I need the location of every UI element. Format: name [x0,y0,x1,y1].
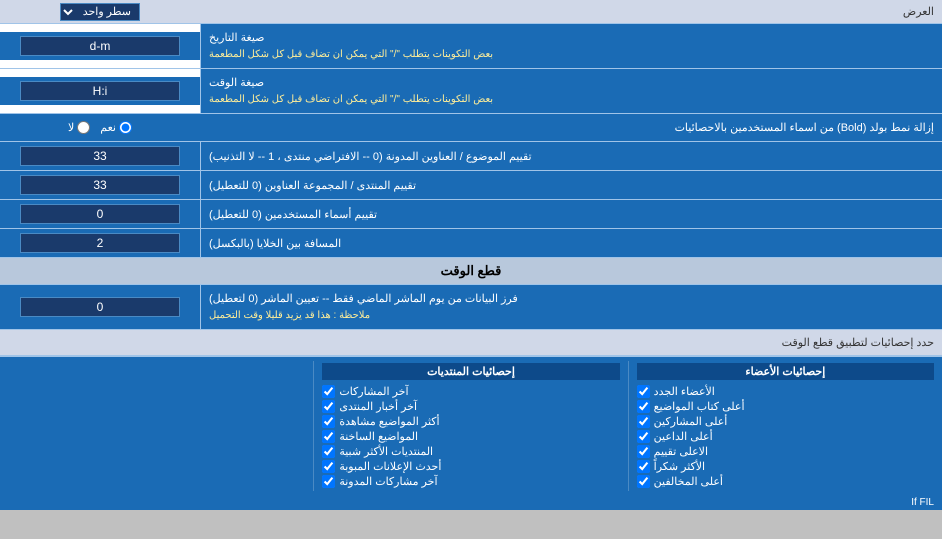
bold-yes-label[interactable]: نعم [100,121,132,134]
display-select-area[interactable]: سطر واحدسطرينثلاثة أسطر [0,1,200,23]
time-cut-row: فرز البيانات من يوم الماشر الماضي فقط --… [0,285,942,330]
list-item: أعلى المشاركين [637,414,934,429]
list-item: الأعضاء الجدد [637,384,934,399]
cell-spacing-label: المسافة بين الخلايا (بالبكسل) [200,229,942,257]
date-format-label: صيغة التاريخ بعض التكوينات يتطلب "/" الت… [200,24,942,68]
list-item: أعلى الداعين [637,429,934,444]
bold-remove-controls: نعم لا [0,119,200,136]
stats-members-col: إحصائيات الأعضاء الأعضاء الجدد أعلى كتاب… [629,361,942,491]
sort-forum-input-area [0,171,200,199]
list-item: الاعلى تقييم [637,444,934,459]
time-cut-label: فرز البيانات من يوم الماشر الماضي فقط --… [200,285,942,329]
time-cut-input[interactable] [20,297,180,317]
bold-remove-label: إزالة نمط بولد (Bold) من اسماء المستخدمي… [200,117,942,138]
list-item: آخر المشاركات [322,384,619,399]
time-format-label: صيغة الوقت بعض التكوينات يتطلب "/" التي … [200,69,942,113]
checkbox-top-topic-writers[interactable] [637,400,650,413]
bold-yes-radio[interactable] [119,121,132,134]
stats-forums-col: إحصائيات المنتديات آخر المشاركات آخر أخب… [314,361,627,491]
date-format-row: صيغة التاريخ بعض التكوينات يتطلب "/" الت… [0,24,942,69]
sort-forum-row: تقييم المنتدى / المجموعة العناوين (0 للت… [0,171,942,200]
cell-spacing-input-area [0,229,200,257]
time-format-input-area [0,77,200,105]
bold-no-radio[interactable] [77,121,90,134]
bold-remove-row: إزالة نمط بولد (Bold) من اسماء المستخدمي… [0,114,942,142]
checkbox-last-posts[interactable] [322,385,335,398]
checkbox-latest-classified[interactable] [322,460,335,473]
cell-spacing-input[interactable] [20,233,180,253]
list-item: آخر أخبار المنتدى [322,399,619,414]
list-item: المنتديات الأكثر شبية [322,444,619,459]
checkbox-top-violators[interactable] [637,475,650,488]
sort-topics-label: تقييم الموضوع / العناوين المدونة (0 -- ا… [200,142,942,170]
checkbox-top-participants[interactable] [637,415,650,428]
checkbox-top-inviters[interactable] [637,430,650,443]
sort-users-input-area [0,200,200,228]
col-divider-2 [313,361,314,491]
date-format-input[interactable] [20,36,180,56]
time-format-row: صيغة الوقت بعض التكوينات يتطلب "/" التي … [0,69,942,114]
list-item: أعلى المخالفين [637,474,934,489]
display-row: العرض سطر واحدسطرينثلاثة أسطر [0,0,942,24]
display-select[interactable]: سطر واحدسطرينثلاثة أسطر [60,3,140,21]
sort-topics-row: تقييم الموضوع / العناوين المدونة (0 -- ا… [0,142,942,171]
sort-forum-label: تقييم المنتدى / المجموعة العناوين (0 للت… [200,171,942,199]
checkbox-most-thanked[interactable] [637,460,650,473]
stats-limit-label: حدد إحصائيات لتطبيق قطع الوقت [0,333,942,352]
sort-forum-input[interactable] [20,175,180,195]
bottom-note: If FIL [0,495,942,510]
checkbox-latest-news[interactable] [322,400,335,413]
bold-no-label[interactable]: لا [68,121,90,134]
list-item: المواضيع الساخنة [322,429,619,444]
display-label: العرض [200,2,942,21]
checkbox-most-similar-forums[interactable] [322,445,335,458]
cell-spacing-row: المسافة بين الخلايا (بالبكسل) [0,229,942,258]
date-format-input-area [0,32,200,60]
stats-members-header: إحصائيات الأعضاء [637,363,934,380]
stats-limit-row: حدد إحصائيات لتطبيق قطع الوقت [0,330,942,356]
stats-checkboxes-area: إحصائيات الأعضاء الأعضاء الجدد أعلى كتاب… [0,356,942,495]
list-item: آخر مشاركات المدونة [322,474,619,489]
col-divider-1 [628,361,629,491]
list-item: الأكثر شكراً [637,459,934,474]
sort-users-input[interactable] [20,204,180,224]
stats-empty-col [0,361,313,491]
time-cut-input-area [0,293,200,321]
list-item: أعلى كتاب المواضيع [637,399,934,414]
checkbox-most-viewed[interactable] [322,415,335,428]
stats-forums-header: إحصائيات المنتديات [322,363,619,380]
sort-users-label: تقييم أسماء المستخدمين (0 للتعطيل) [200,200,942,228]
checkbox-blog-posts[interactable] [322,475,335,488]
list-item: أحدث الإعلانات المبوبة [322,459,619,474]
sort-topics-input[interactable] [20,146,180,166]
time-cut-header: قطع الوقت [0,258,942,285]
checkbox-hot-topics[interactable] [322,430,335,443]
time-format-input[interactable] [20,81,180,101]
list-item: أكثر المواضيع مشاهدة [322,414,619,429]
checkbox-top-rated[interactable] [637,445,650,458]
sort-topics-input-area [0,142,200,170]
sort-users-row: تقييم أسماء المستخدمين (0 للتعطيل) [0,200,942,229]
checkbox-new-members[interactable] [637,385,650,398]
